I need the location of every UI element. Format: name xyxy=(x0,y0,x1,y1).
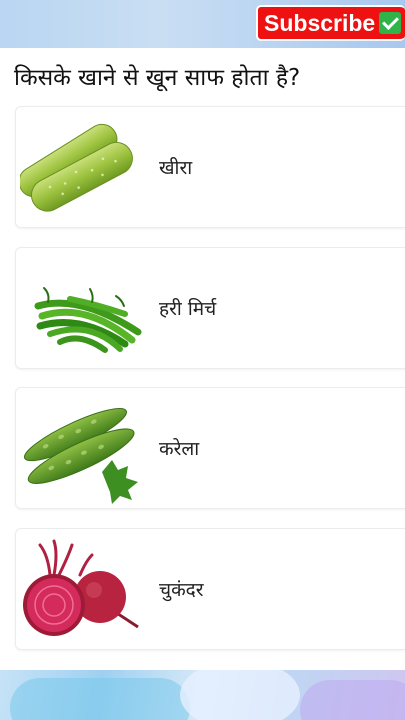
question-text: किसके खाने से खून साफ होता है? xyxy=(14,65,301,91)
check-mark-icon xyxy=(379,12,402,34)
option-card-cucumber[interactable]: खीरा xyxy=(15,106,405,228)
option-card-beetroot[interactable]: चुकंदर xyxy=(15,528,405,650)
option-card-bitter-gourd[interactable]: करेला xyxy=(15,387,405,509)
bottom-banner xyxy=(0,670,405,720)
cucumber-image xyxy=(20,123,133,212)
option-label: खीरा xyxy=(159,157,193,179)
green-chili-image xyxy=(34,287,142,353)
option-card-green-chili[interactable]: हरी मिर्च xyxy=(15,247,405,369)
subscribe-label: Subscribe xyxy=(264,10,376,36)
option-label: करेला xyxy=(159,438,200,460)
option-label: चुकंदर xyxy=(159,579,204,601)
bitter-gourd-image xyxy=(23,408,138,504)
beetroot-image xyxy=(23,539,139,636)
subscribe-button[interactable]: Subscribe xyxy=(256,5,405,41)
option-label: हरी मिर्च xyxy=(159,298,217,320)
